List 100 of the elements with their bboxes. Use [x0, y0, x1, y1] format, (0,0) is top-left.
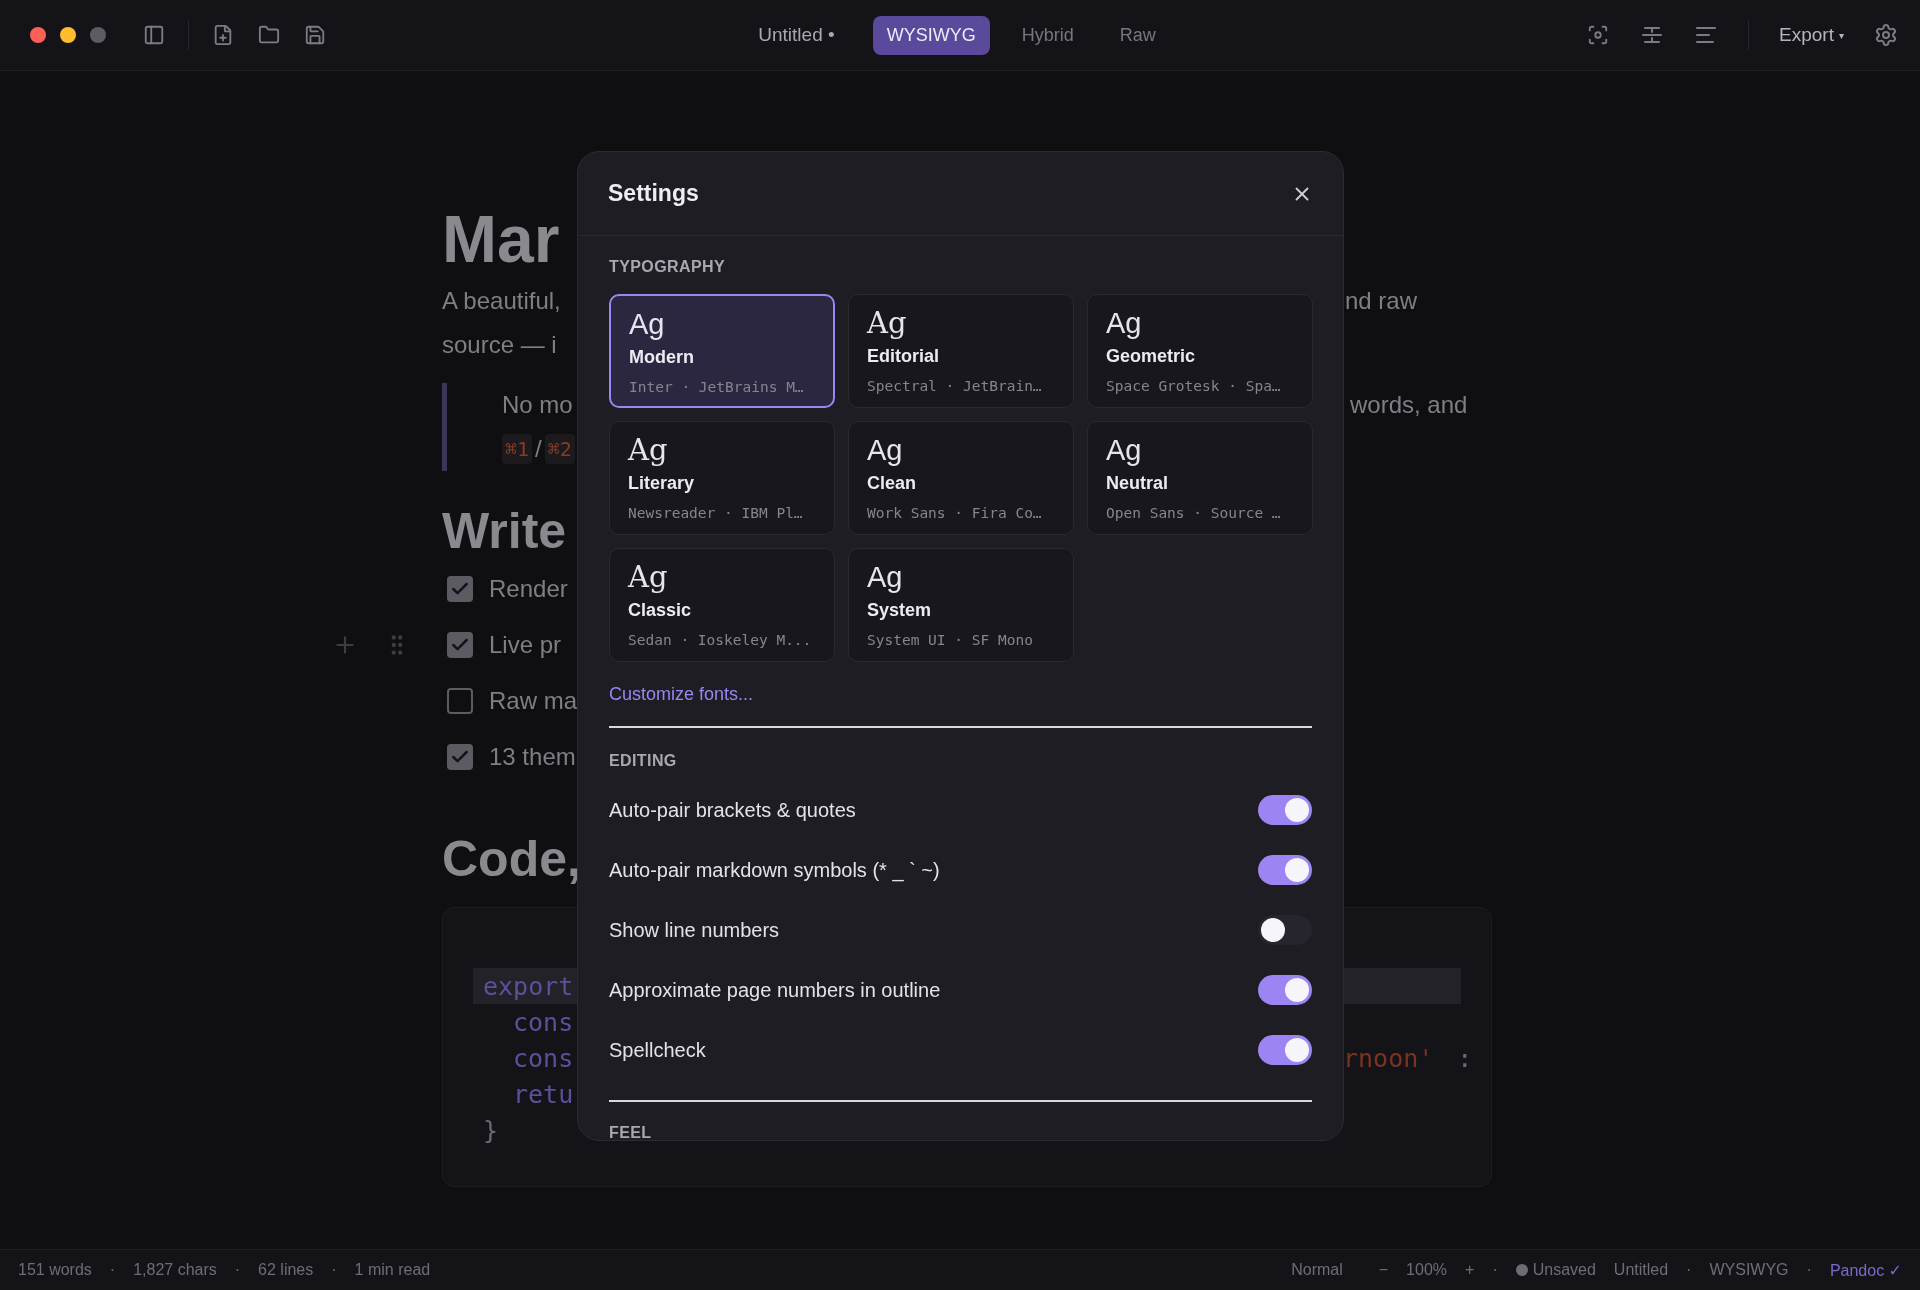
- lines-icon: [1641, 25, 1664, 45]
- separator-dot: ·: [331, 1261, 337, 1279]
- customize-fonts-link[interactable]: Customize fonts...: [609, 682, 754, 706]
- save-icon[interactable]: [303, 23, 327, 47]
- preset-name: Geometric: [1106, 345, 1197, 368]
- font-names: Spectral · JetBrain…: [867, 377, 1043, 396]
- zoom-in-button[interactable]: +: [1465, 1261, 1475, 1279]
- section-heading: Code,: [442, 830, 581, 889]
- document-stat: 1 min read: [354, 1261, 431, 1279]
- toggle-switch[interactable]: [1258, 975, 1312, 1005]
- task-checkbox[interactable]: [447, 576, 473, 602]
- font-preset-card[interactable]: Ag Literary Newsreader · IBM Pl…: [609, 421, 835, 535]
- option-label: Spellcheck: [609, 1038, 706, 1062]
- zoom-mode: Normal: [1291, 1261, 1343, 1279]
- font-sample: Ag: [629, 307, 666, 342]
- font-preset-card[interactable]: Ag Modern Inter · JetBrains M…: [609, 294, 835, 408]
- maximize-window-button[interactable]: [90, 27, 106, 43]
- task-text: Raw ma: [489, 687, 578, 715]
- separator-dot: ·: [109, 1261, 116, 1279]
- document-stat: 151 words: [18, 1261, 92, 1279]
- zoom-level: 100%: [1406, 1261, 1448, 1279]
- section-heading: Write: [442, 502, 567, 561]
- save-status: Unsaved: [1532, 1261, 1596, 1279]
- task-text: 13 them: [489, 743, 576, 771]
- separator-dot: ·: [1806, 1261, 1812, 1279]
- preset-name: Editorial: [867, 345, 940, 368]
- section-label: FEEL: [609, 1123, 653, 1140]
- code-text: }: [483, 1115, 499, 1145]
- settings-icon[interactable]: [1874, 23, 1898, 47]
- font-names: Newsreader · IBM Pl…: [628, 504, 804, 523]
- mode-tab[interactable]: Hybrid: [1007, 15, 1088, 55]
- font-sample: Ag: [867, 560, 904, 595]
- align-left-icon: [1695, 26, 1718, 44]
- document-stat: 62 lines: [258, 1261, 314, 1279]
- document-stat: 1,827 chars: [133, 1261, 217, 1279]
- keyboard-shortcut: ⌘1: [502, 434, 533, 464]
- font-names: Inter · JetBrains M…: [629, 378, 805, 397]
- quote-text: No mo: [502, 391, 573, 419]
- task-checkbox[interactable]: [447, 744, 473, 770]
- section-label: TYPOGRAPHY: [609, 257, 726, 277]
- code-string: rnoon': [1343, 1043, 1434, 1073]
- code-text: :: [1456, 1043, 1473, 1073]
- font-names: Sedan · Ioskeley M...: [628, 631, 813, 650]
- keyboard-shortcut: ⌘2: [544, 434, 575, 464]
- minimize-window-button[interactable]: [60, 27, 76, 43]
- font-names: System UI · SF Mono: [867, 631, 1034, 650]
- file-name: Untitled: [1613, 1261, 1669, 1279]
- sidebar-icon[interactable]: [142, 23, 166, 47]
- font-sample: Ag: [867, 433, 904, 468]
- document-title: Untitled •: [758, 24, 835, 46]
- toggle-switch[interactable]: [1258, 1035, 1312, 1065]
- task-checkbox[interactable]: [447, 632, 473, 658]
- font-preset-card[interactable]: Ag Editorial Spectral · JetBrain…: [848, 294, 1074, 408]
- paragraph-text: nd raw: [1345, 287, 1418, 315]
- paragraph-text: A beautiful,: [442, 287, 561, 315]
- separator-dot: ·: [1686, 1261, 1692, 1279]
- code-text: retu: [513, 1079, 574, 1109]
- paragraph-text: source — i: [442, 331, 557, 359]
- slash-text: /: [535, 435, 542, 463]
- close-window-button[interactable]: [30, 27, 46, 43]
- dialog-title: Settings: [608, 180, 699, 207]
- preset-name: Neutral: [1106, 472, 1169, 495]
- font-sample: Ag: [628, 559, 669, 595]
- preset-name: Literary: [628, 472, 696, 495]
- code-text: cons: [513, 1043, 574, 1073]
- export-button[interactable]: Export ▾: [1779, 24, 1844, 46]
- preset-name: System: [867, 599, 933, 622]
- code-text: export: [483, 971, 574, 1001]
- toggle-switch[interactable]: [1258, 915, 1312, 945]
- font-names: Open Sans · Source …: [1106, 504, 1282, 523]
- font-preset-card[interactable]: Ag System System UI · SF Mono: [848, 548, 1074, 662]
- task-text: Render: [489, 575, 568, 603]
- font-preset-card[interactable]: Ag Classic Sedan · Ioskeley M...: [609, 548, 835, 662]
- font-preset-card[interactable]: Ag Clean Work Sans · Fira Co…: [848, 421, 1074, 535]
- font-preset-card[interactable]: Ag Geometric Space Grotesk · Spa…: [1087, 294, 1313, 408]
- separator-dot: ·: [234, 1261, 241, 1279]
- font-sample: Ag: [1106, 306, 1143, 341]
- font-names: Space Grotesk · Spa…: [1106, 377, 1282, 396]
- preset-name: Modern: [629, 346, 695, 369]
- preset-name: Clean: [867, 472, 918, 495]
- font-sample: Ag: [867, 305, 908, 341]
- toggle-switch[interactable]: [1258, 855, 1312, 885]
- option-label: Approximate page numbers in outline: [609, 978, 941, 1002]
- option-label: Show line numbers: [609, 918, 780, 942]
- option-label: Auto-pair brackets & quotes: [609, 798, 856, 822]
- mode-tab[interactable]: Raw: [1105, 15, 1170, 55]
- separator-dot: ·: [1492, 1261, 1498, 1279]
- quote-text: words, and: [1350, 391, 1468, 419]
- font-preset-card[interactable]: Ag Neutral Open Sans · Source …: [1087, 421, 1313, 535]
- font-sample: Ag: [1106, 433, 1143, 468]
- font-sample: Ag: [628, 432, 669, 468]
- task-checkbox[interactable]: [447, 688, 473, 714]
- option-label: Auto-pair markdown symbols (* _ ` ~): [609, 858, 940, 882]
- converter-link[interactable]: Pandoc ✓: [1829, 1260, 1902, 1280]
- toggle-switch[interactable]: [1258, 795, 1312, 825]
- font-names: Work Sans · Fira Co…: [867, 504, 1043, 523]
- task-text: Live pr: [489, 631, 562, 659]
- zoom-out-button[interactable]: −: [1378, 1261, 1389, 1279]
- document-heading: Mar: [442, 201, 560, 278]
- mode-tab[interactable]: WYSIWYG: [872, 15, 990, 55]
